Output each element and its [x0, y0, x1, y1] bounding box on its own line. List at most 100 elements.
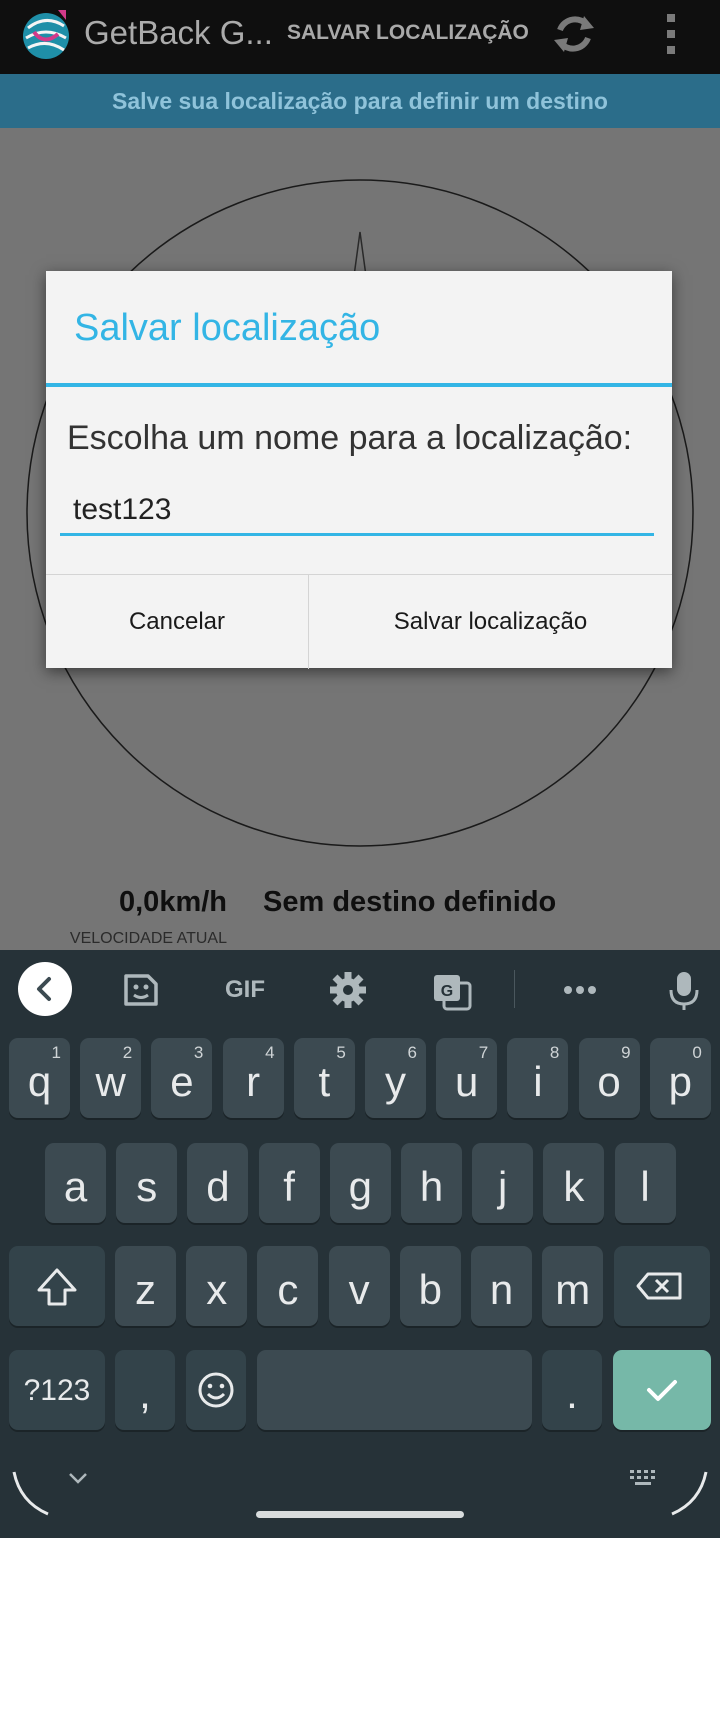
comma-key[interactable]: ,	[115, 1350, 175, 1430]
key-x[interactable]: x	[186, 1246, 248, 1326]
app-screen: GetBack G... SALVAR LOCALIZAÇÃO Salve su…	[0, 0, 720, 950]
toolbar-separator	[514, 970, 515, 1008]
home-gesture-pill[interactable]	[256, 1511, 464, 1518]
key-label: y	[385, 1058, 406, 1105]
key-label: s	[136, 1163, 158, 1210]
key-label: c	[277, 1266, 299, 1313]
translate-icon[interactable]: G	[430, 960, 474, 1020]
backspace-key[interactable]	[614, 1246, 710, 1326]
key-b[interactable]: b	[399, 1246, 461, 1326]
key-label: m	[555, 1266, 591, 1313]
key-label: e	[170, 1058, 194, 1105]
key-label: l	[640, 1163, 650, 1210]
location-name-input[interactable]	[60, 486, 654, 536]
left-corner-curve-icon	[12, 1471, 49, 1516]
key-label: q	[27, 1058, 52, 1105]
sticker-icon[interactable]	[118, 960, 162, 1020]
key-k[interactable]: k	[543, 1143, 605, 1223]
dialog-message: Escolha um nome para a localização:	[67, 419, 633, 457]
key-t[interactable]: t5	[293, 1038, 355, 1118]
key-label: i	[533, 1058, 543, 1105]
keyboard-toolbar: GIF G	[0, 950, 720, 1030]
key-g[interactable]: g	[329, 1143, 391, 1223]
dialog-button-bar: Cancelar Salvar localização	[46, 574, 672, 669]
key-number-hint: 5	[336, 1043, 346, 1062]
key-label: z	[135, 1266, 156, 1313]
key-f[interactable]: f	[258, 1143, 320, 1223]
key-label: w	[95, 1058, 126, 1105]
key-label: n	[489, 1266, 514, 1313]
save-location-action-button[interactable]: SALVAR LOCALIZAÇÃO	[287, 21, 529, 45]
key-l[interactable]: l	[614, 1143, 676, 1223]
soft-keyboard: GIF G q1w2e3r4t5y6u7i8o9p0 asdfghjkl z x…	[0, 950, 720, 1538]
key-q[interactable]: q1	[9, 1038, 70, 1118]
key-label: v	[348, 1266, 370, 1313]
comma-label: ,	[139, 1370, 151, 1417]
destination-status: Sem destino definido	[263, 886, 557, 918]
key-label: t	[318, 1058, 331, 1105]
key-label: a	[63, 1163, 88, 1210]
key-number-hint: 4	[265, 1043, 275, 1062]
dialog-divider	[46, 383, 672, 387]
key-v[interactable]: v	[328, 1246, 390, 1326]
key-label: g	[348, 1163, 372, 1210]
save-location-button[interactable]: Salvar localização	[309, 575, 672, 669]
key-e[interactable]: e3	[151, 1038, 213, 1118]
key-a[interactable]: a	[45, 1143, 106, 1223]
app-title: GetBack G...	[84, 14, 273, 51]
overflow-menu-icon[interactable]	[656, 12, 686, 56]
key-j[interactable]: j	[472, 1143, 534, 1223]
shift-key[interactable]	[9, 1246, 105, 1326]
key-z[interactable]: z	[115, 1246, 176, 1326]
key-label: f	[283, 1163, 295, 1210]
space-key[interactable]	[257, 1350, 532, 1430]
action-bar: GetBack G... SALVAR LOCALIZAÇÃO	[0, 0, 720, 74]
enter-check-key[interactable]	[613, 1350, 711, 1430]
key-p[interactable]: p0	[649, 1038, 711, 1118]
svg-text:G: G	[441, 983, 453, 1000]
key-h[interactable]: h	[401, 1143, 462, 1223]
key-number-hint: 6	[407, 1043, 417, 1062]
cancel-button[interactable]: Cancelar	[46, 575, 309, 669]
key-u[interactable]: u7	[436, 1038, 498, 1118]
right-corner-curve-icon	[671, 1471, 708, 1516]
key-label: h	[419, 1163, 444, 1210]
key-label: u	[455, 1058, 479, 1105]
key-number-hint: 0	[692, 1043, 702, 1062]
key-i[interactable]: i8	[507, 1038, 569, 1118]
dialog-title: Salvar localização	[74, 307, 381, 349]
key-y[interactable]: y6	[365, 1038, 426, 1118]
emoji-key[interactable]	[186, 1350, 246, 1430]
refresh-icon[interactable]	[548, 8, 600, 60]
period-label: .	[566, 1370, 578, 1417]
key-number-hint: 1	[51, 1043, 61, 1062]
key-m[interactable]: m	[542, 1246, 604, 1326]
gear-icon[interactable]	[326, 960, 370, 1020]
info-banner: Salve sua localização para definir um de…	[0, 74, 720, 128]
symbols-key[interactable]: ?123	[9, 1350, 105, 1430]
key-o[interactable]: o9	[578, 1038, 640, 1118]
key-d[interactable]: d	[187, 1143, 249, 1223]
mic-icon[interactable]	[662, 960, 706, 1020]
speed-label: VELOCIDADE ATUAL	[69, 930, 227, 947]
more-icon[interactable]	[558, 960, 602, 1020]
key-c[interactable]: c	[257, 1246, 319, 1326]
hide-keyboard-icon[interactable]	[66, 1468, 90, 1488]
key-label: b	[418, 1266, 442, 1313]
key-number-hint: 9	[621, 1043, 631, 1062]
key-s[interactable]: s	[116, 1143, 178, 1223]
key-label: x	[206, 1266, 228, 1313]
app-logo-icon	[23, 10, 69, 59]
keyboard-switch-icon[interactable]	[628, 1468, 660, 1490]
back-icon[interactable]	[18, 962, 72, 1016]
period-key[interactable]: .	[542, 1350, 602, 1430]
gif-button[interactable]: GIF	[218, 960, 272, 1020]
symbols-label: ?123	[23, 1374, 91, 1407]
key-number-hint: 2	[122, 1043, 133, 1062]
key-w[interactable]: w2	[80, 1038, 142, 1118]
current-speed: 0,0km/h	[119, 886, 227, 918]
key-r[interactable]: r4	[222, 1038, 284, 1118]
key-n[interactable]: n	[471, 1246, 532, 1326]
key-number-hint: 8	[549, 1043, 560, 1062]
key-label: p	[668, 1058, 692, 1105]
